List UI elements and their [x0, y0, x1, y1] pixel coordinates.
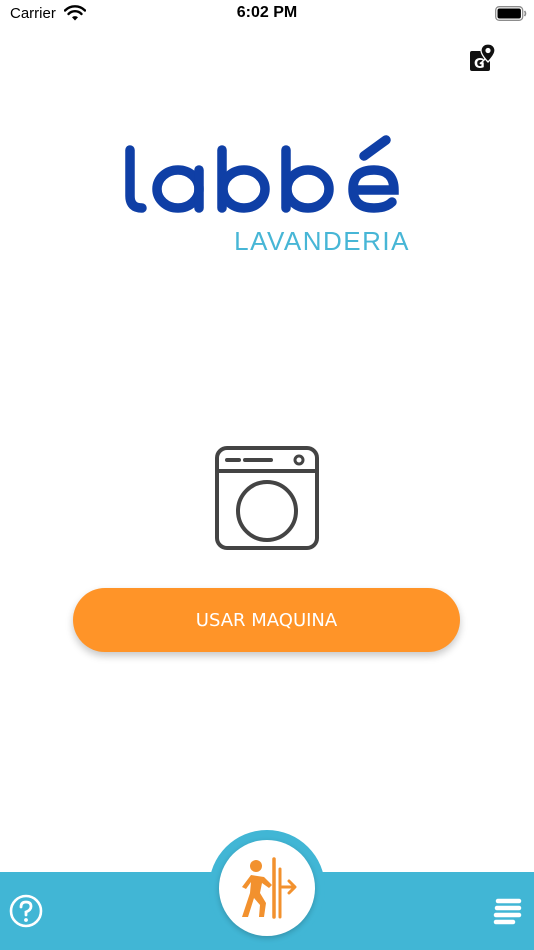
svg-text:G: G	[474, 57, 485, 72]
use-machine-button[interactable]: USAR MAQUINA	[73, 588, 460, 652]
status-bar: Carrier 6:02 PM	[0, 0, 534, 28]
labbe-logo	[125, 135, 399, 213]
time-label: 6:02 PM	[236, 4, 298, 21]
map-location-icon[interactable]: G	[466, 42, 498, 74]
logo-subtitle: LAVANDERIA	[234, 226, 410, 256]
battery-icon	[495, 6, 527, 21]
help-icon[interactable]	[9, 894, 43, 928]
exit-button[interactable]	[219, 840, 315, 936]
exit-door-icon	[242, 857, 297, 919]
menu-icon[interactable]	[493, 897, 523, 925]
washing-machine-icon	[215, 446, 319, 550]
